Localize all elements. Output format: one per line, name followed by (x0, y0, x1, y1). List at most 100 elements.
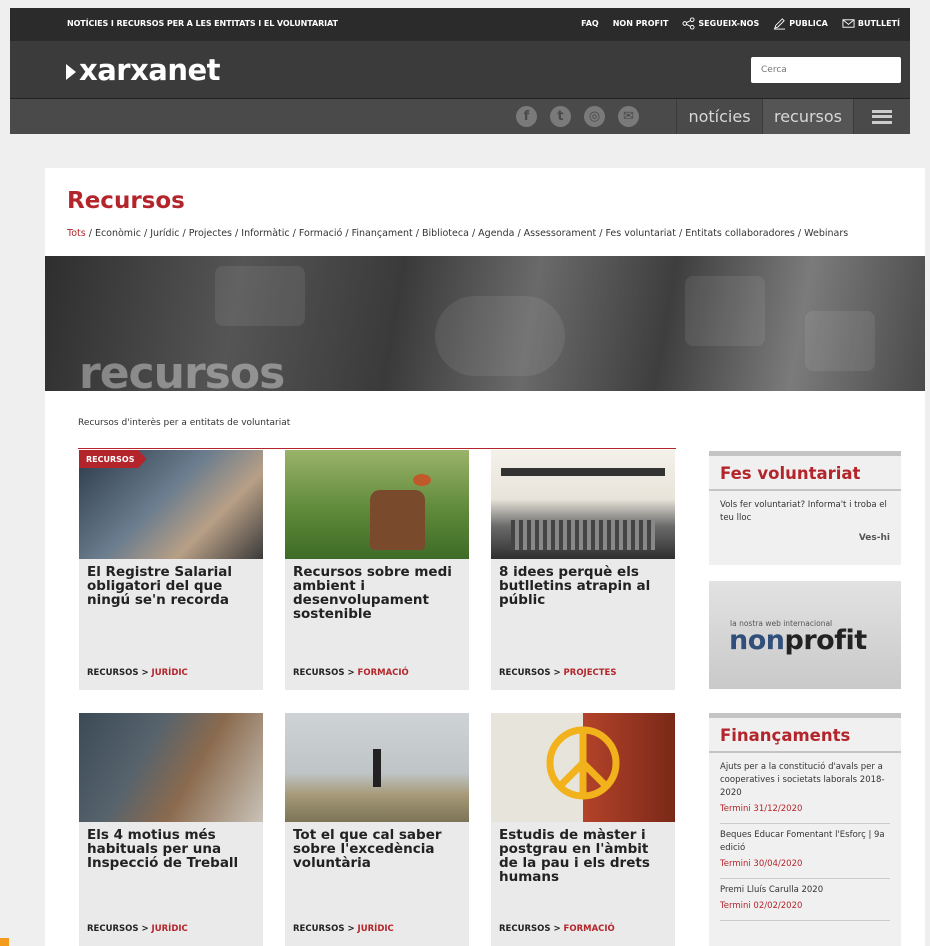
divider (78, 448, 676, 449)
category-link[interactable]: JURÍDIC (152, 668, 188, 678)
envelope-icon (842, 19, 855, 28)
share-icon (682, 17, 695, 30)
category-prefix: RECURSOS > (499, 924, 564, 934)
filter-informatic[interactable]: Informàtic (241, 228, 289, 239)
filter-financament[interactable]: Finançament (352, 228, 413, 239)
filter-webinars[interactable]: Webinars (804, 228, 848, 239)
article-card[interactable]: RECURSOS El Registre Salarial obligatori… (79, 450, 263, 690)
instagram-icon[interactable]: ◎ (584, 106, 605, 127)
twitter-icon[interactable]: t (550, 106, 571, 127)
site-logo[interactable]: xarxanet (66, 53, 221, 87)
follow-link[interactable]: SEGUEIX-NOS (682, 17, 759, 30)
article-category: RECURSOS > JURÍDIC (87, 668, 188, 678)
filter-assessorament[interactable]: Assessorament (524, 228, 597, 239)
main-nav: f t ◎ ✉ notícies recursos (10, 98, 910, 134)
category-prefix: RECURSOS > (293, 924, 358, 934)
nonprofit-banner[interactable]: la nostra web internacional nonprofit (709, 581, 901, 689)
article-category: RECURSOS > JURÍDIC (87, 924, 188, 934)
article-image (491, 713, 675, 822)
article-title[interactable]: Els 4 motius més habituals per una Inspe… (87, 828, 257, 870)
filter-biblioteca[interactable]: Biblioteca (422, 228, 469, 239)
filter-projectes[interactable]: Projectes (189, 228, 232, 239)
category-filters: Tots / Econòmic / Jurídic / Projectes / … (67, 228, 849, 239)
category-prefix: RECURSOS > (293, 668, 358, 678)
category-link[interactable]: PROJECTES (564, 668, 617, 678)
article-title[interactable]: Recursos sobre medi ambient i desenvolup… (293, 565, 463, 621)
category-prefix: RECURSOS > (87, 668, 152, 678)
article-image (285, 450, 469, 559)
article-card[interactable]: 8 idees perquè els butlletins atrapin al… (491, 450, 675, 690)
funding-deadline: Termini 02/02/2020 (720, 901, 803, 911)
category-link[interactable]: JURÍDIC (152, 924, 188, 934)
facebook-icon[interactable]: f (516, 106, 537, 127)
publish-label: PUBLICA (789, 19, 828, 28)
email-icon[interactable]: ✉ (618, 106, 639, 127)
volunteer-title[interactable]: Fes voluntariat (709, 451, 901, 491)
funding-box: Finançaments Ajuts per a la constitució … (709, 713, 901, 946)
newsletter-label: BUTLLETÍ (857, 19, 900, 28)
banner-title: recursos (79, 348, 285, 392)
nonprofit-link[interactable]: NON PROFIT (613, 19, 669, 28)
nonprofit-word-b: profit (784, 625, 868, 656)
article-title[interactable]: 8 idees perquè els butlletins atrapin al… (499, 565, 669, 607)
tab-recursos[interactable]: recursos (762, 99, 853, 134)
top-links: FAQ NON PROFIT SEGUEIX-NOS PUBLICA BUTLL… (581, 17, 900, 30)
filter-entitats[interactable]: Entitats collaboradores (685, 228, 795, 239)
filter-agenda[interactable]: Agenda (478, 228, 514, 239)
ves-hi-link[interactable]: Ves-hi (720, 532, 890, 545)
article-category: RECURSOS > JURÍDIC (293, 924, 394, 934)
funding-item-text: Ajuts per a la constitució d'avals per a… (720, 762, 885, 798)
corner-marker (0, 938, 9, 946)
filter-economic[interactable]: Econòmic (95, 228, 141, 239)
publish-link[interactable]: PUBLICA (773, 17, 828, 30)
top-bar: NOTÍCIES I RECURSOS PER A LES ENTITATS I… (10, 8, 910, 41)
logo-bar: xarxanet (10, 41, 910, 98)
category-prefix: RECURSOS > (87, 924, 152, 934)
hamburger-icon (872, 109, 892, 124)
article-category: RECURSOS > FORMACIÓ (499, 924, 615, 934)
filter-juridic[interactable]: Jurídic (150, 228, 179, 239)
logo-arrow-icon (66, 63, 76, 80)
filter-tots[interactable]: Tots (67, 228, 86, 239)
peace-icon (546, 726, 620, 800)
article-title[interactable]: Tot el que cal saber sobre l'excedència … (293, 828, 463, 870)
article-image (285, 713, 469, 822)
pencil-icon (774, 18, 786, 30)
category-link[interactable]: FORMACIÓ (564, 924, 615, 934)
banner-image: recursos (45, 256, 925, 391)
search-input[interactable] (751, 57, 901, 83)
funding-item[interactable]: Beques Educar Fomentant l'Esforç | 9a ed… (720, 824, 890, 879)
volunteer-box: Fes voluntariat Vols fer voluntariat? In… (709, 451, 901, 565)
funding-item-text: Premi Lluís Carulla 2020 (720, 885, 824, 895)
filter-fes-voluntariat[interactable]: Fes voluntariat (605, 228, 676, 239)
funding-item[interactable]: Ajuts per a la constitució d'avals per a… (720, 756, 890, 824)
filter-formacio[interactable]: Formació (299, 228, 342, 239)
article-card[interactable]: Els 4 motius més habituals per una Inspe… (79, 713, 263, 946)
nonprofit-logo: nonprofit (729, 625, 867, 656)
nonprofit-word-a: non (729, 625, 785, 656)
menu-button[interactable] (853, 99, 910, 134)
page-title: Recursos (67, 188, 185, 214)
follow-label: SEGUEIX-NOS (698, 19, 760, 28)
funding-deadline: Termini 30/04/2020 (720, 859, 803, 869)
funding-item[interactable]: Premi Lluís Carulla 2020 Termini 02/02/2… (720, 879, 890, 921)
nonprofit-label: NON PROFIT (612, 19, 669, 28)
category-link[interactable]: JURÍDIC (358, 924, 394, 934)
tab-noticies[interactable]: notícies (676, 99, 762, 134)
article-title[interactable]: Estudis de màster i postgrau en l'àmbit … (499, 828, 669, 884)
faq-link[interactable]: FAQ (581, 19, 599, 28)
category-link[interactable]: FORMACIÓ (358, 668, 409, 678)
funding-title[interactable]: Finançaments (709, 713, 901, 753)
article-card[interactable]: Recursos sobre medi ambient i desenvolup… (285, 450, 469, 690)
newsletter-link[interactable]: BUTLLETÍ (842, 17, 900, 30)
content-panel: Recursos Tots / Econòmic / Jurídic / Pro… (45, 168, 925, 946)
article-card[interactable]: Tot el que cal saber sobre l'excedència … (285, 713, 469, 946)
recursos-badge: RECURSOS (79, 450, 147, 468)
article-title[interactable]: El Registre Salarial obligatori del que … (87, 565, 257, 607)
faq-label: FAQ (581, 19, 599, 28)
article-category: RECURSOS > PROJECTES (499, 668, 616, 678)
logo-text: xarxanet (79, 53, 221, 87)
article-card[interactable]: Estudis de màster i postgrau en l'àmbit … (491, 713, 675, 946)
article-image (79, 713, 263, 822)
funding-item-text: Beques Educar Fomentant l'Esforç | 9a ed… (720, 830, 885, 853)
